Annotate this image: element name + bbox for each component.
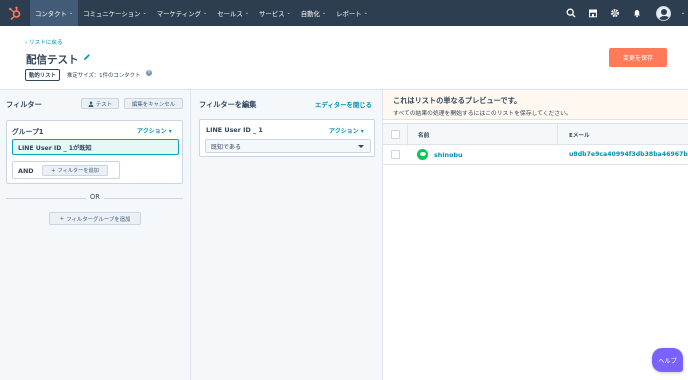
- nav-item-label: 自動化: [300, 9, 320, 18]
- chevron-down-icon: ⌄: [244, 10, 249, 16]
- add-filter-group-label: フィルターグループを追加: [66, 216, 131, 223]
- preview-panel: これはリストの単なるプレビューです。 すべての結果の処理を開始するにはこのリスト…: [383, 90, 688, 380]
- edit-filter-card: LINE User ID _ 1 アクション ▾ 既知である: [199, 119, 375, 157]
- nav-item-label: コンタクト: [35, 9, 67, 18]
- filter-group-card: グループ1 アクション ▾ LINE User ID _ 1が既知 AND + …: [6, 120, 183, 184]
- preview-subtitle: すべての結果の処理を開始するにはこのリストを保存してください。: [393, 111, 572, 117]
- edit-title-pencil-icon[interactable]: [83, 53, 91, 63]
- nav-item-label: セールス: [217, 9, 243, 18]
- settings-icon[interactable]: [604, 0, 626, 26]
- preview-banner: これはリストの単なるプレビューです。 すべての結果の処理を開始するにはこのリスト…: [383, 90, 688, 120]
- column-divider: [407, 124, 408, 146]
- nav-item-4[interactable]: サービス ⌄: [254, 0, 296, 26]
- filter-chip[interactable]: LINE User ID _ 1が既知: [12, 139, 179, 155]
- table-row: shinobu u8db7e9ca40994f3db38ba46967bd: [383, 145, 688, 165]
- chevron-down-icon: ▾: [168, 128, 172, 135]
- hubspot-logo-icon[interactable]: [0, 0, 30, 26]
- and-filter-box: AND + フィルターを追加: [12, 161, 120, 179]
- nav-item-5[interactable]: 自動化 ⌄: [296, 0, 331, 26]
- and-label: AND: [18, 167, 34, 175]
- column-header-name[interactable]: 名前: [418, 131, 429, 139]
- plus-icon: +: [51, 167, 56, 174]
- group-actions-label: アクション: [137, 128, 167, 135]
- nav-item-label: マーケティング: [156, 9, 201, 18]
- filter-actions-dropdown[interactable]: アクション ▾: [329, 126, 364, 135]
- plus-icon: +: [59, 215, 65, 222]
- add-filter-group-button[interactable]: + フィルターグループを追加: [49, 212, 141, 225]
- nav-item-label: レポート: [336, 9, 362, 18]
- nav-item-label: コミュニケーション: [83, 9, 141, 18]
- table-header: 名前 Eメール: [383, 123, 688, 146]
- search-icon[interactable]: [560, 0, 582, 26]
- preview-title: これはリストの単なるプレビューです。: [393, 96, 522, 105]
- help-button[interactable]: ヘルプ: [652, 348, 683, 372]
- or-label: OR: [86, 193, 104, 201]
- estimated-size-text: 推定サイズ：1件のコンタクト: [67, 73, 141, 79]
- edit-filter-panel: フィルターを編集 エディターを閉じる LINE User ID _ 1 アクショ…: [191, 90, 383, 380]
- test-button-label: テスト: [95, 101, 113, 108]
- filter-actions-label: アクション: [329, 128, 359, 135]
- nav-item-1[interactable]: コミュニケーション ⌄: [78, 0, 152, 26]
- contact-email-link[interactable]: u8db7e9ca40994f3db38ba46967bd: [569, 151, 688, 158]
- chevron-down-icon: ⌄: [68, 10, 74, 16]
- info-icon[interactable]: i: [146, 70, 152, 76]
- back-to-lists-link[interactable]: ‹ リストに戻る: [25, 38, 63, 46]
- notifications-icon[interactable]: [626, 0, 648, 26]
- page-header: ‹ リストに戻る 配信テスト 動的リスト 推定サイズ：1件のコンタクト i 変更…: [0, 26, 688, 90]
- filters-title: フィルター: [6, 100, 42, 109]
- group-actions-dropdown[interactable]: アクション ▾: [137, 126, 172, 135]
- row-checkbox[interactable]: [391, 150, 400, 159]
- back-link-label: リストに戻る: [29, 40, 63, 46]
- nav-item-label: サービス: [258, 9, 285, 18]
- user-avatar[interactable]: [648, 0, 678, 26]
- chevron-down-icon: ⌄: [202, 10, 208, 16]
- operator-value: 既知である: [211, 143, 241, 151]
- test-button[interactable]: テスト: [81, 98, 119, 109]
- save-changes-button[interactable]: 変更を保存: [609, 48, 667, 67]
- contact-name-link[interactable]: shinobu: [434, 151, 463, 159]
- caret-down-icon: [358, 145, 364, 148]
- filters-panel: フィルター テスト 編集をキャンセル グループ1 アクション ▾ LINE Us…: [0, 90, 191, 380]
- nav-item-2[interactable]: マーケティング ⌄: [152, 0, 212, 26]
- column-divider: [557, 124, 558, 146]
- edit-filter-title: フィルターを編集: [199, 100, 257, 109]
- nav-item-3[interactable]: セールス ⌄: [212, 0, 254, 26]
- column-header-email[interactable]: Eメール: [569, 131, 590, 139]
- select-all-checkbox[interactable]: [391, 130, 400, 139]
- chevron-down-icon: ⌄: [142, 10, 147, 16]
- property-name: LINE User ID _ 1: [206, 126, 263, 134]
- operator-select[interactable]: 既知である: [205, 139, 371, 153]
- page-title: 配信テスト: [26, 54, 79, 66]
- nav-item-0[interactable]: コンタクト ⌄: [30, 0, 79, 26]
- top-navigation: コンタクト ⌄ コミュニケーション ⌄ マーケティング ⌄ セールス ⌄ サービス ⌄ 自動化 ⌄ レポ…: [0, 0, 688, 26]
- chevron-down-icon: ▾: [360, 128, 364, 135]
- close-editor-link[interactable]: エディターを閉じる: [315, 100, 372, 109]
- nav-item-6[interactable]: レポート ⌄: [331, 0, 373, 26]
- list-type-badge: 動的リスト: [25, 69, 60, 81]
- chevron-down-icon: ⌄: [286, 10, 291, 16]
- avatar: [655, 5, 671, 21]
- add-filter-label: フィルターを追加: [57, 168, 99, 174]
- marketplace-icon[interactable]: [582, 0, 604, 26]
- chevron-down-icon: ⌄: [363, 10, 368, 16]
- chevron-down-icon[interactable]: ⌄: [678, 0, 688, 26]
- person-icon: [88, 101, 94, 107]
- line-app-icon: [417, 149, 428, 160]
- group-title: グループ1: [12, 128, 44, 136]
- chevron-down-icon: ⌄: [321, 10, 327, 16]
- cancel-edit-button[interactable]: 編集をキャンセル: [124, 98, 183, 109]
- add-filter-button[interactable]: + フィルターを追加: [42, 165, 108, 176]
